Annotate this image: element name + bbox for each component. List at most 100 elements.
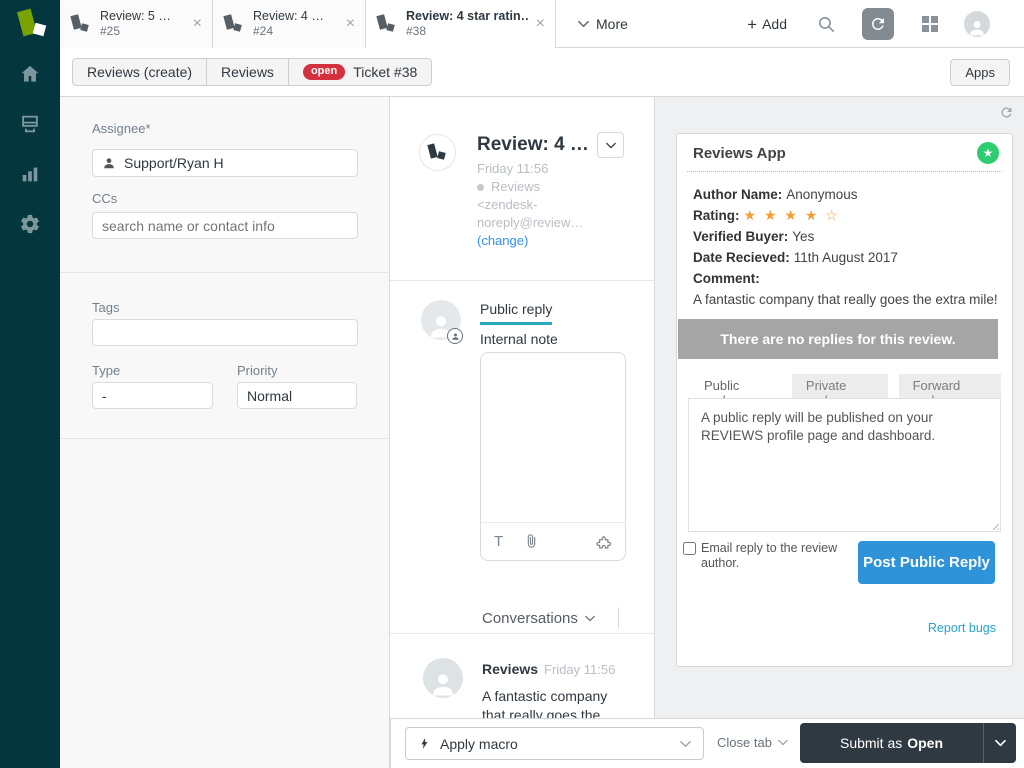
- requester-name: Reviews: [491, 179, 540, 194]
- refresh-views-button[interactable]: [862, 8, 894, 40]
- email-reply-option: Email reply to the review author.: [683, 541, 855, 571]
- views-icon: [19, 113, 41, 135]
- composer-toolbar: T: [481, 522, 625, 560]
- breadcrumb-reviews[interactable]: Reviews: [206, 58, 289, 86]
- refresh-apps-icon[interactable]: [999, 105, 1014, 120]
- paperclip-icon[interactable]: [523, 533, 540, 550]
- tab-public-reply[interactable]: Public reply: [480, 301, 552, 325]
- conversations-dropdown[interactable]: Conversations: [482, 610, 595, 627]
- breadcrumb-reviews-create[interactable]: Reviews (create): [72, 58, 207, 86]
- post-public-reply-button[interactable]: Post Public Reply: [858, 541, 995, 584]
- close-icon[interactable]: ×: [530, 16, 545, 32]
- zendesk-logo[interactable]: [0, 0, 60, 48]
- refresh-icon: [869, 15, 887, 33]
- more-tabs-dropdown[interactable]: More: [556, 0, 650, 48]
- rating-stars: ★ ★ ★ ★ ☆: [744, 207, 840, 223]
- apps-grid-icon[interactable]: [922, 16, 938, 32]
- conversation-body: A fantastic company that really goes the: [482, 687, 607, 718]
- sidebar-item-home[interactable]: [18, 62, 42, 86]
- submit-as-open-button[interactable]: Submit as Open: [800, 723, 983, 763]
- email-reply-checkbox[interactable]: [683, 542, 696, 555]
- close-icon[interactable]: ×: [187, 16, 202, 32]
- reply-composer: T: [480, 352, 626, 561]
- top-bar: Review: 5 … #25 × Review: 4 … #24 × Revi…: [0, 0, 1024, 48]
- conversation-author: Reviews: [482, 661, 538, 677]
- ccs-label: CCs: [92, 191, 117, 206]
- apply-macro-select[interactable]: Apply macro: [405, 727, 704, 760]
- text-format-icon[interactable]: T: [494, 533, 503, 550]
- ticket-title-dropdown[interactable]: [597, 132, 624, 158]
- submit-status: Open: [907, 735, 943, 751]
- gear-icon: [19, 213, 41, 235]
- review-date-row: Date Recieved:11th August 2017: [693, 247, 998, 268]
- breadcrumb-bar: Reviews (create) Reviews open Ticket #38…: [60, 48, 1024, 97]
- priority-select[interactable]: [237, 382, 357, 409]
- close-tab-dropdown[interactable]: Close tab: [717, 735, 788, 750]
- requester-avatar: [419, 134, 456, 171]
- add-label: Add: [762, 16, 787, 32]
- close-icon[interactable]: ×: [340, 16, 355, 32]
- sidebar-item-views[interactable]: [18, 112, 42, 136]
- apps-sidebar: Reviews App ★ Author Name:Anonymous Rati…: [655, 97, 1024, 768]
- ticket-tab-25[interactable]: Review: 5 … #25 ×: [60, 0, 213, 48]
- breadcrumb: Reviews (create) Reviews open Ticket #38: [72, 58, 432, 86]
- user-avatar[interactable]: [964, 11, 990, 37]
- divider: [618, 607, 619, 629]
- submit-label: Submit as: [840, 735, 902, 751]
- tab-title: Review: 4 …: [253, 9, 324, 25]
- sidebar-item-settings[interactable]: [18, 212, 42, 236]
- divider: [390, 633, 655, 634]
- tags-input[interactable]: [92, 319, 358, 346]
- person-icon: [967, 17, 987, 37]
- person-icon: [428, 668, 458, 698]
- agent-badge-icon: [447, 328, 463, 344]
- ticket-meta: Friday 11:56 Reviews <zendesk- noreply@r…: [477, 160, 607, 250]
- conversations-label: Conversations: [482, 610, 578, 627]
- public-reply-textarea[interactable]: A public reply will be published on your…: [688, 398, 1001, 532]
- review-details: Author Name:Anonymous Rating:★ ★ ★ ★ ☆ V…: [693, 184, 998, 310]
- type-label: Type: [92, 363, 120, 378]
- review-author-row: Author Name:Anonymous: [693, 184, 998, 205]
- tab-ticket-number: #24: [253, 24, 324, 39]
- tab-title: Review: 4 star ratin…: [406, 9, 530, 25]
- breadcrumb-ticket[interactable]: open Ticket #38: [288, 58, 432, 86]
- ticket-timestamp: Friday 11:56: [477, 160, 607, 178]
- change-requester-link[interactable]: (change): [477, 232, 607, 250]
- review-verified-row: Verified Buyer:Yes: [693, 226, 998, 247]
- ticket-panel: Review: 4 … Friday 11:56 Reviews <zendes…: [390, 97, 655, 718]
- plus-icon: +: [747, 16, 757, 33]
- add-button[interactable]: + Add: [747, 16, 787, 33]
- divider: [687, 171, 1002, 172]
- report-bugs-link[interactable]: Report bugs: [928, 621, 996, 635]
- sidebar-item-reports[interactable]: [18, 162, 42, 186]
- reviews-app-card: Reviews App ★ Author Name:Anonymous Rati…: [676, 133, 1013, 667]
- apply-macro-label: Apply macro: [440, 736, 518, 752]
- type-select[interactable]: [92, 382, 213, 409]
- ticket-tab-38-active[interactable]: Review: 4 star ratin… #38 ×: [366, 0, 556, 48]
- puzzle-icon[interactable]: [594, 533, 612, 551]
- conversation-header: ReviewsFriday 11:56: [482, 661, 615, 677]
- submit-options-caret[interactable]: [984, 723, 1016, 763]
- more-label: More: [596, 16, 628, 32]
- person-icon: [102, 156, 116, 170]
- zendesk-agent-workspace: Review: 5 … #25 × Review: 4 … #24 × Revi…: [0, 0, 1024, 768]
- presence-dot-icon: [477, 184, 484, 191]
- search-icon[interactable]: [817, 15, 836, 34]
- ticket-tabs-row: Review: 5 … #25 × Review: 4 … #24 × Revi…: [60, 0, 650, 48]
- tab-internal-note[interactable]: Internal note: [480, 331, 558, 347]
- chevron-down-icon: [578, 20, 589, 28]
- tab-title: Review: 5 …: [100, 9, 171, 25]
- tab-ticket-number: #38: [406, 24, 530, 39]
- chevron-down-icon: [995, 739, 1006, 747]
- ticket-tab-24[interactable]: Review: 4 … #24 ×: [213, 0, 366, 48]
- divider: [390, 280, 655, 281]
- home-icon: [19, 63, 41, 85]
- assignee-value: Support/Ryan H: [124, 155, 224, 171]
- reply-textarea[interactable]: [481, 353, 625, 521]
- email-reply-label: Email reply to the review author.: [701, 541, 855, 571]
- no-replies-banner: There are no replies for this review.: [678, 319, 998, 359]
- assignee-label: Assignee*: [92, 121, 151, 136]
- assignee-field[interactable]: Support/Ryan H: [92, 149, 358, 177]
- ccs-input[interactable]: [92, 212, 358, 239]
- apps-button[interactable]: Apps: [950, 59, 1010, 86]
